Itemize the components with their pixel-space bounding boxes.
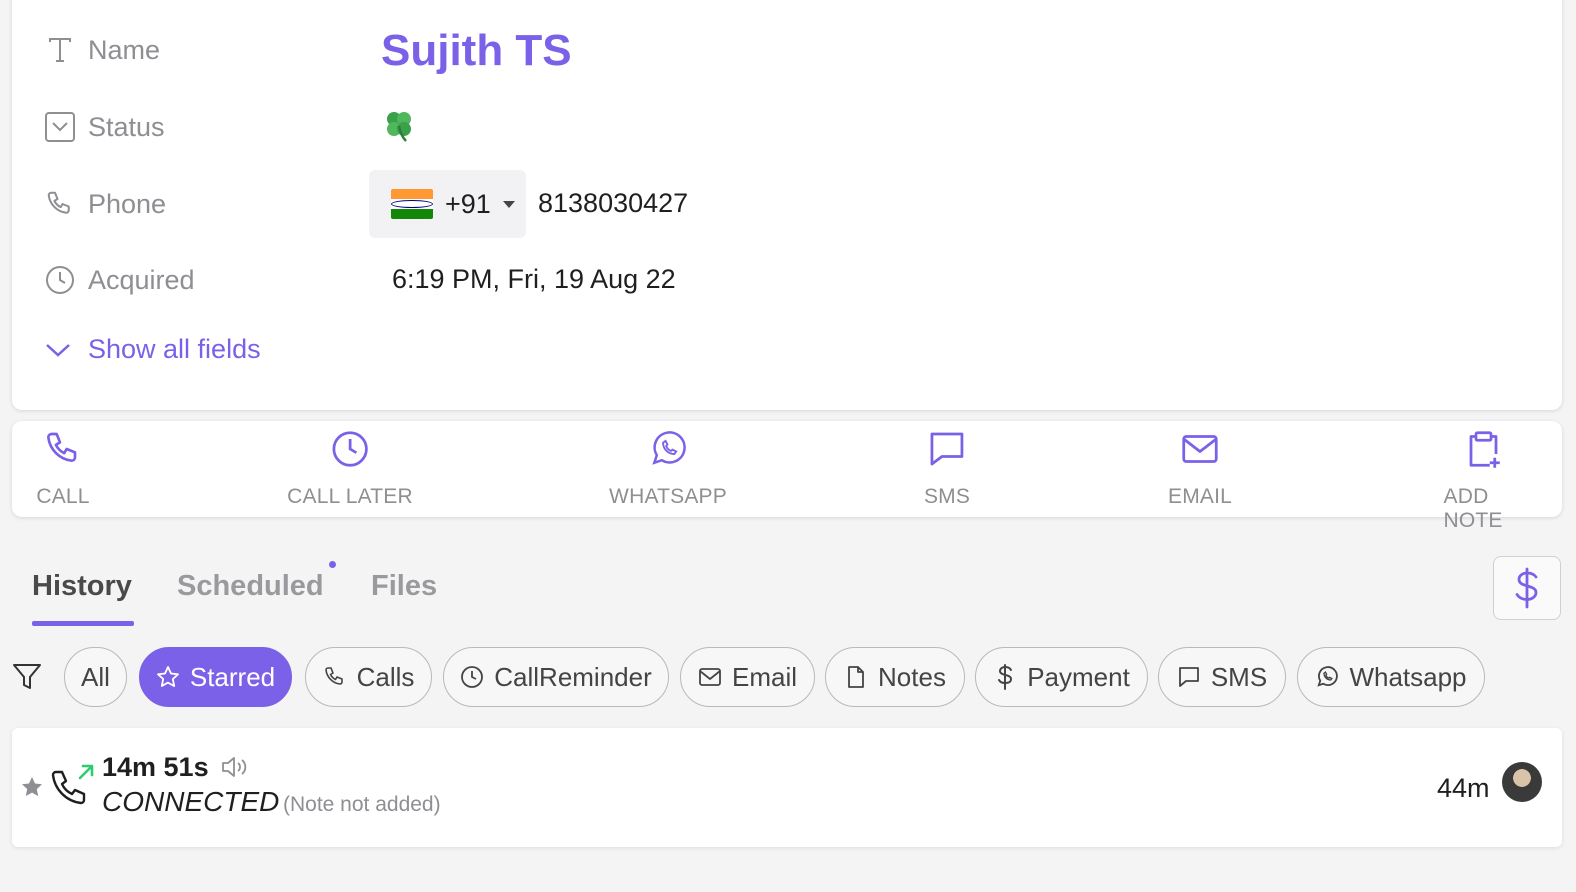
phone-icon (44, 188, 76, 220)
envelope-icon (1178, 427, 1222, 471)
tab-history[interactable]: History (32, 570, 132, 603)
action-label: ADD NOTE (1443, 485, 1503, 532)
field-label-name: Name (88, 34, 161, 65)
field-row-phone: Phone (44, 188, 166, 220)
call-status: CONNECTED (102, 786, 280, 817)
clock-icon (460, 665, 484, 689)
action-bar: CALL CALL LATER WHATSAPP SMS EMAIL ADD N… (12, 421, 1562, 532)
whatsapp-icon (646, 427, 690, 471)
action-label: EMAIL (1167, 485, 1233, 508)
chip-label: Email (731, 661, 797, 692)
phone-number[interactable]: 8138030427 (538, 188, 688, 219)
show-all-fields-label: Show all fields (88, 334, 261, 364)
chip-label: Calls (356, 661, 415, 692)
dollar-icon (993, 664, 1017, 690)
chip-label: Starred (189, 661, 276, 692)
chip-label: Payment (1027, 661, 1130, 692)
four-leaf-clover-icon[interactable] (381, 108, 417, 144)
clock-icon (44, 264, 76, 296)
notification-dot (329, 561, 336, 568)
acquired-value: 6:19 PM, Fri, 19 Aug 22 (392, 264, 676, 294)
field-label-acquired: Acquired (88, 264, 195, 295)
filter-chip-notes[interactable]: Notes (825, 647, 965, 707)
chevron-down-icon (44, 340, 72, 360)
show-all-fields-button[interactable]: Show all fields (44, 334, 261, 365)
field-label-phone: Phone (88, 188, 167, 219)
star-icon (156, 665, 180, 689)
field-row-acquired: Acquired (44, 264, 195, 296)
chat-bubble-icon (1177, 665, 1201, 689)
india-flag-icon (391, 189, 433, 219)
action-label: WHATSAPP (609, 485, 727, 508)
call-later-action-button[interactable]: CALL LATER (287, 427, 413, 509)
chip-label: CallReminder (494, 661, 652, 692)
filter-chip-starred[interactable]: Starred (139, 647, 292, 707)
filter-chip-email[interactable]: Email (680, 647, 815, 707)
call-duration: 14m 51s (102, 752, 209, 782)
clock-icon (328, 427, 372, 471)
chip-label: All (81, 661, 110, 692)
action-label: SMS (923, 485, 971, 508)
contact-name[interactable]: Sujith TS (381, 26, 572, 76)
country-code: +91 (445, 188, 491, 219)
add-note-action-button[interactable]: ADD NOTE (1444, 427, 1523, 533)
dollar-icon (1512, 566, 1542, 610)
phone-icon (323, 665, 347, 689)
field-label-status: Status (88, 111, 165, 142)
chip-label: Notes (878, 661, 946, 692)
filter-chip-callreminder[interactable]: CallReminder (443, 647, 669, 707)
whatsapp-action-button[interactable]: WHATSAPP (609, 427, 727, 509)
filter-chip-calls[interactable]: Calls (305, 647, 432, 707)
action-label: CALL (36, 485, 90, 508)
call-note: (Note not added) (283, 793, 441, 816)
text-icon (44, 34, 76, 66)
dropdown-box-icon (44, 111, 76, 143)
filter-chip-sms[interactable]: SMS (1158, 647, 1286, 707)
tab-files[interactable]: Files (371, 570, 437, 603)
envelope-icon (698, 665, 722, 689)
country-code-select[interactable]: +91 (369, 170, 526, 238)
speaker-icon[interactable] (221, 755, 249, 779)
payment-button[interactable] (1493, 556, 1561, 620)
call-time-ago: 44m (1437, 773, 1490, 803)
action-label: CALL LATER (287, 485, 413, 508)
outgoing-call-icon (50, 762, 96, 808)
clipboard-plus-icon (1461, 427, 1505, 471)
filter-chip-whatsapp[interactable]: Whatsapp (1297, 647, 1485, 707)
caret-down-icon (502, 200, 515, 208)
document-icon (844, 665, 868, 689)
filter-icon[interactable] (12, 662, 44, 694)
filter-chip-payment[interactable]: Payment (975, 647, 1148, 707)
active-tab-indicator (32, 621, 134, 626)
avatar[interactable] (1502, 762, 1542, 802)
call-action-button[interactable]: CALL (36, 427, 89, 509)
whatsapp-icon (1315, 665, 1339, 689)
chip-label: Whatsapp (1349, 661, 1467, 692)
chat-bubble-icon (925, 427, 969, 471)
star-icon[interactable] (20, 775, 44, 799)
phone-icon (41, 427, 85, 471)
email-action-button[interactable]: EMAIL (1168, 427, 1232, 509)
field-row-status: Status (44, 111, 165, 143)
field-row-name: Name (44, 34, 160, 66)
tab-scheduled[interactable]: Scheduled (177, 570, 324, 603)
sms-action-button[interactable]: SMS (924, 427, 970, 509)
chip-label: SMS (1210, 661, 1268, 692)
filter-chip-all[interactable]: All (64, 647, 127, 707)
history-item[interactable]: 14m 51s CONNECTED (Note not added) 44m (12, 728, 1562, 847)
